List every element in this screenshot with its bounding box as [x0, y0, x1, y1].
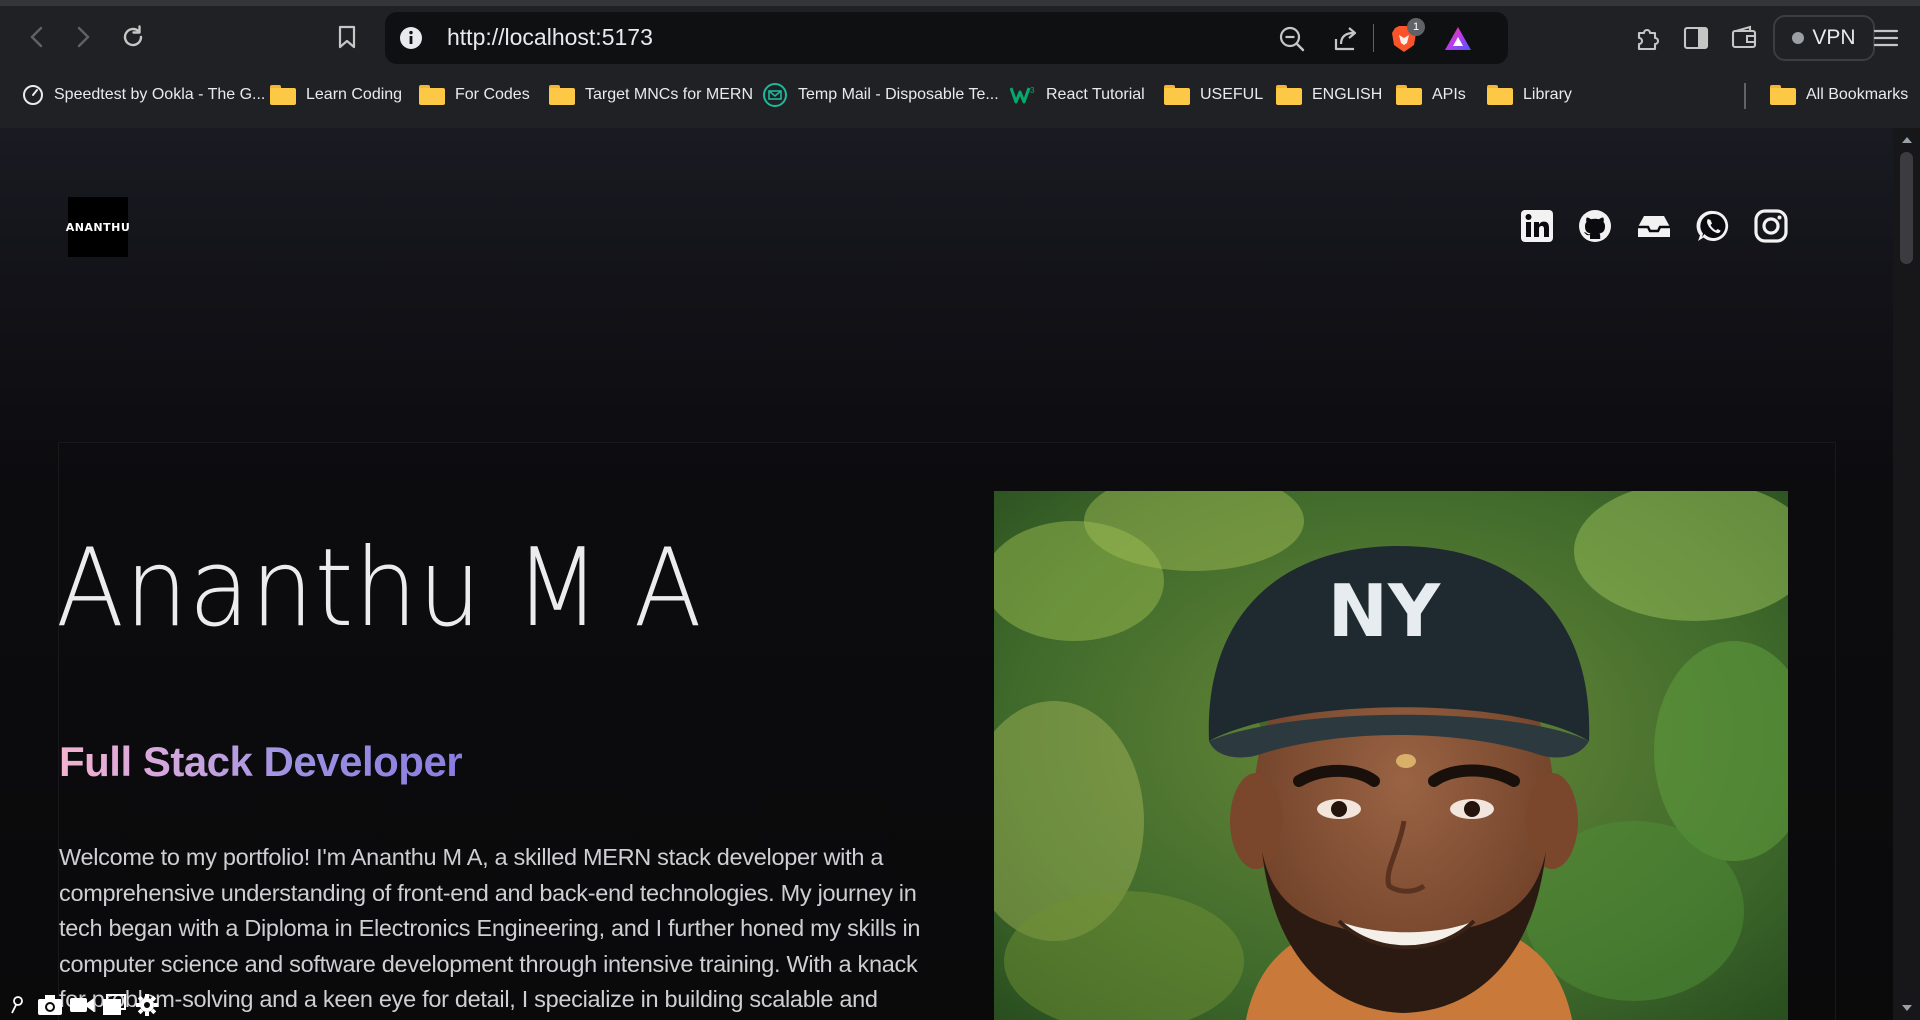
copy-icon: [103, 994, 127, 1015]
bookmark-label: ENGLISH: [1312, 86, 1383, 103]
tab-strip-edge: [0, 0, 1920, 6]
bookmark-for-codes[interactable]: For Codes: [419, 78, 530, 112]
url-divider: [1373, 24, 1374, 52]
folder-icon: [1276, 85, 1302, 105]
browser-toolbar: http://localhost:5173 1 VPN Speedtest by…: [0, 0, 1920, 128]
github-icon[interactable]: [1577, 208, 1613, 244]
vpn-button[interactable]: VPN: [1773, 15, 1875, 61]
scroll-up-arrow-icon[interactable]: [1901, 136, 1913, 144]
shield-count-badge: 1: [1407, 18, 1425, 36]
bookmark-label: Speedtest by Ookla - The G...: [54, 86, 266, 103]
bookmark-react-tutorial[interactable]: 3 React Tutorial: [1010, 78, 1145, 112]
wallet-icon: [1731, 25, 1757, 49]
gear-icon: [135, 994, 158, 1016]
back-button[interactable]: [20, 20, 54, 54]
url-text[interactable]: http://localhost:5173: [447, 24, 653, 51]
folder-icon: [1487, 85, 1513, 105]
camera-icon: [37, 995, 62, 1015]
scroll-down-arrow-icon[interactable]: [1901, 1004, 1913, 1012]
bookmarks-bar: Speedtest by Ookla - The G... Learn Codi…: [0, 78, 1920, 112]
hero-bio: Welcome to my portfolio! I'm Ananthu M A…: [59, 844, 921, 1012]
brave-rewards-button[interactable]: [1443, 24, 1473, 54]
settings-button[interactable]: [134, 992, 160, 1018]
folder-icon: [1164, 85, 1190, 105]
pin-icon: [11, 996, 24, 1014]
tempmail-icon: [763, 83, 787, 107]
hero-role: Full Stack Developer: [59, 738, 463, 785]
forward-button[interactable]: [66, 20, 100, 54]
video-camera-icon: [70, 998, 95, 1012]
vpn-status-dot: [1792, 32, 1805, 44]
bookmark-label: React Tutorial: [1046, 86, 1145, 103]
linkedin-icon[interactable]: [1519, 208, 1555, 244]
site-logo[interactable]: ANANTHU: [65, 197, 131, 257]
all-bookmarks-label: All Bookmarks: [1806, 86, 1909, 103]
folder-icon: [1770, 85, 1796, 105]
whatsapp-icon[interactable]: [1695, 208, 1731, 244]
bookmark-label: Learn Coding: [306, 86, 403, 103]
hamburger-menu-icon: [1873, 29, 1899, 47]
bookmarks-divider: [1744, 83, 1746, 109]
bookmark-label: For Codes: [455, 86, 530, 103]
bookmark-label: Target MNCs for MERN: [585, 86, 754, 103]
zoom-out-icon: [1279, 26, 1305, 52]
address-bar[interactable]: http://localhost:5173 1: [385, 12, 1508, 64]
puzzle-icon: [1637, 29, 1659, 51]
site-info-icon[interactable]: [399, 26, 423, 50]
bookmark-library[interactable]: Library: [1487, 78, 1572, 112]
share-button[interactable]: [1331, 24, 1361, 54]
svg-text:3: 3: [1030, 86, 1035, 95]
profile-photo: NY: [994, 491, 1788, 1020]
folder-icon: [419, 85, 445, 105]
bookmark-target-mncs[interactable]: Target MNCs for MERN: [549, 78, 753, 112]
page-scrollbar[interactable]: [1893, 128, 1920, 1020]
scrollbar-thumb[interactable]: [1900, 152, 1913, 264]
sidebar-icon: [1683, 26, 1709, 50]
folder-icon: [1396, 85, 1422, 105]
brave-shields-button[interactable]: 1: [1389, 18, 1425, 54]
folder-icon: [549, 85, 575, 105]
chevron-right-icon: [77, 26, 90, 48]
w3schools-icon: 3: [1010, 86, 1035, 104]
rewards-triangle-icon: [1445, 27, 1471, 50]
bookmark-english[interactable]: ENGLISH: [1276, 78, 1382, 112]
bookmark-useful[interactable]: USEFUL: [1164, 78, 1263, 112]
bookmark-apis[interactable]: APIs: [1396, 78, 1466, 112]
reload-icon: [123, 25, 143, 47]
pin-button[interactable]: [4, 992, 30, 1018]
hero-name: Ananthu M A: [56, 526, 703, 651]
bookmark-icon: [338, 25, 356, 49]
main-menu-button[interactable]: [1870, 22, 1902, 54]
screenshot-button[interactable]: [36, 992, 62, 1018]
reload-button[interactable]: [116, 20, 150, 54]
bookmark-label: USEFUL: [1200, 86, 1264, 103]
bookmark-speedtest[interactable]: Speedtest by Ookla - The G...: [22, 78, 265, 112]
record-video-button[interactable]: [69, 992, 95, 1018]
bookmark-label: Library: [1523, 86, 1572, 103]
folder-icon: [270, 85, 296, 105]
wallet-button[interactable]: [1728, 22, 1760, 54]
capture-toolbar: [0, 990, 160, 1020]
chevron-left-icon: [30, 26, 43, 48]
bookmark-label: Temp Mail - Disposable Te...: [798, 86, 999, 103]
cap-logo: NY: [1328, 569, 1441, 653]
sidebar-button[interactable]: [1680, 22, 1712, 54]
bookmark-page-button[interactable]: [330, 20, 364, 54]
all-bookmarks-button[interactable]: All Bookmarks: [1770, 78, 1908, 112]
bookmark-temp-mail[interactable]: Temp Mail - Disposable Te...: [762, 78, 999, 112]
vpn-label: VPN: [1812, 26, 1856, 49]
share-icon: [1334, 27, 1357, 51]
instagram-icon[interactable]: [1753, 208, 1789, 244]
bookmark-label: APIs: [1432, 86, 1466, 103]
extensions-button[interactable]: [1632, 22, 1664, 54]
gallery-button[interactable]: [101, 992, 127, 1018]
portfolio-page: ANANTHU Ananthu M A Full Stack Developer…: [0, 128, 1893, 1020]
inbox-icon[interactable]: [1636, 208, 1672, 244]
zoom-button[interactable]: [1277, 24, 1307, 54]
bookmark-learn-coding[interactable]: Learn Coding: [270, 78, 402, 112]
speedtest-icon: [23, 85, 43, 105]
logo-text: ANANTHU: [65, 220, 131, 234]
